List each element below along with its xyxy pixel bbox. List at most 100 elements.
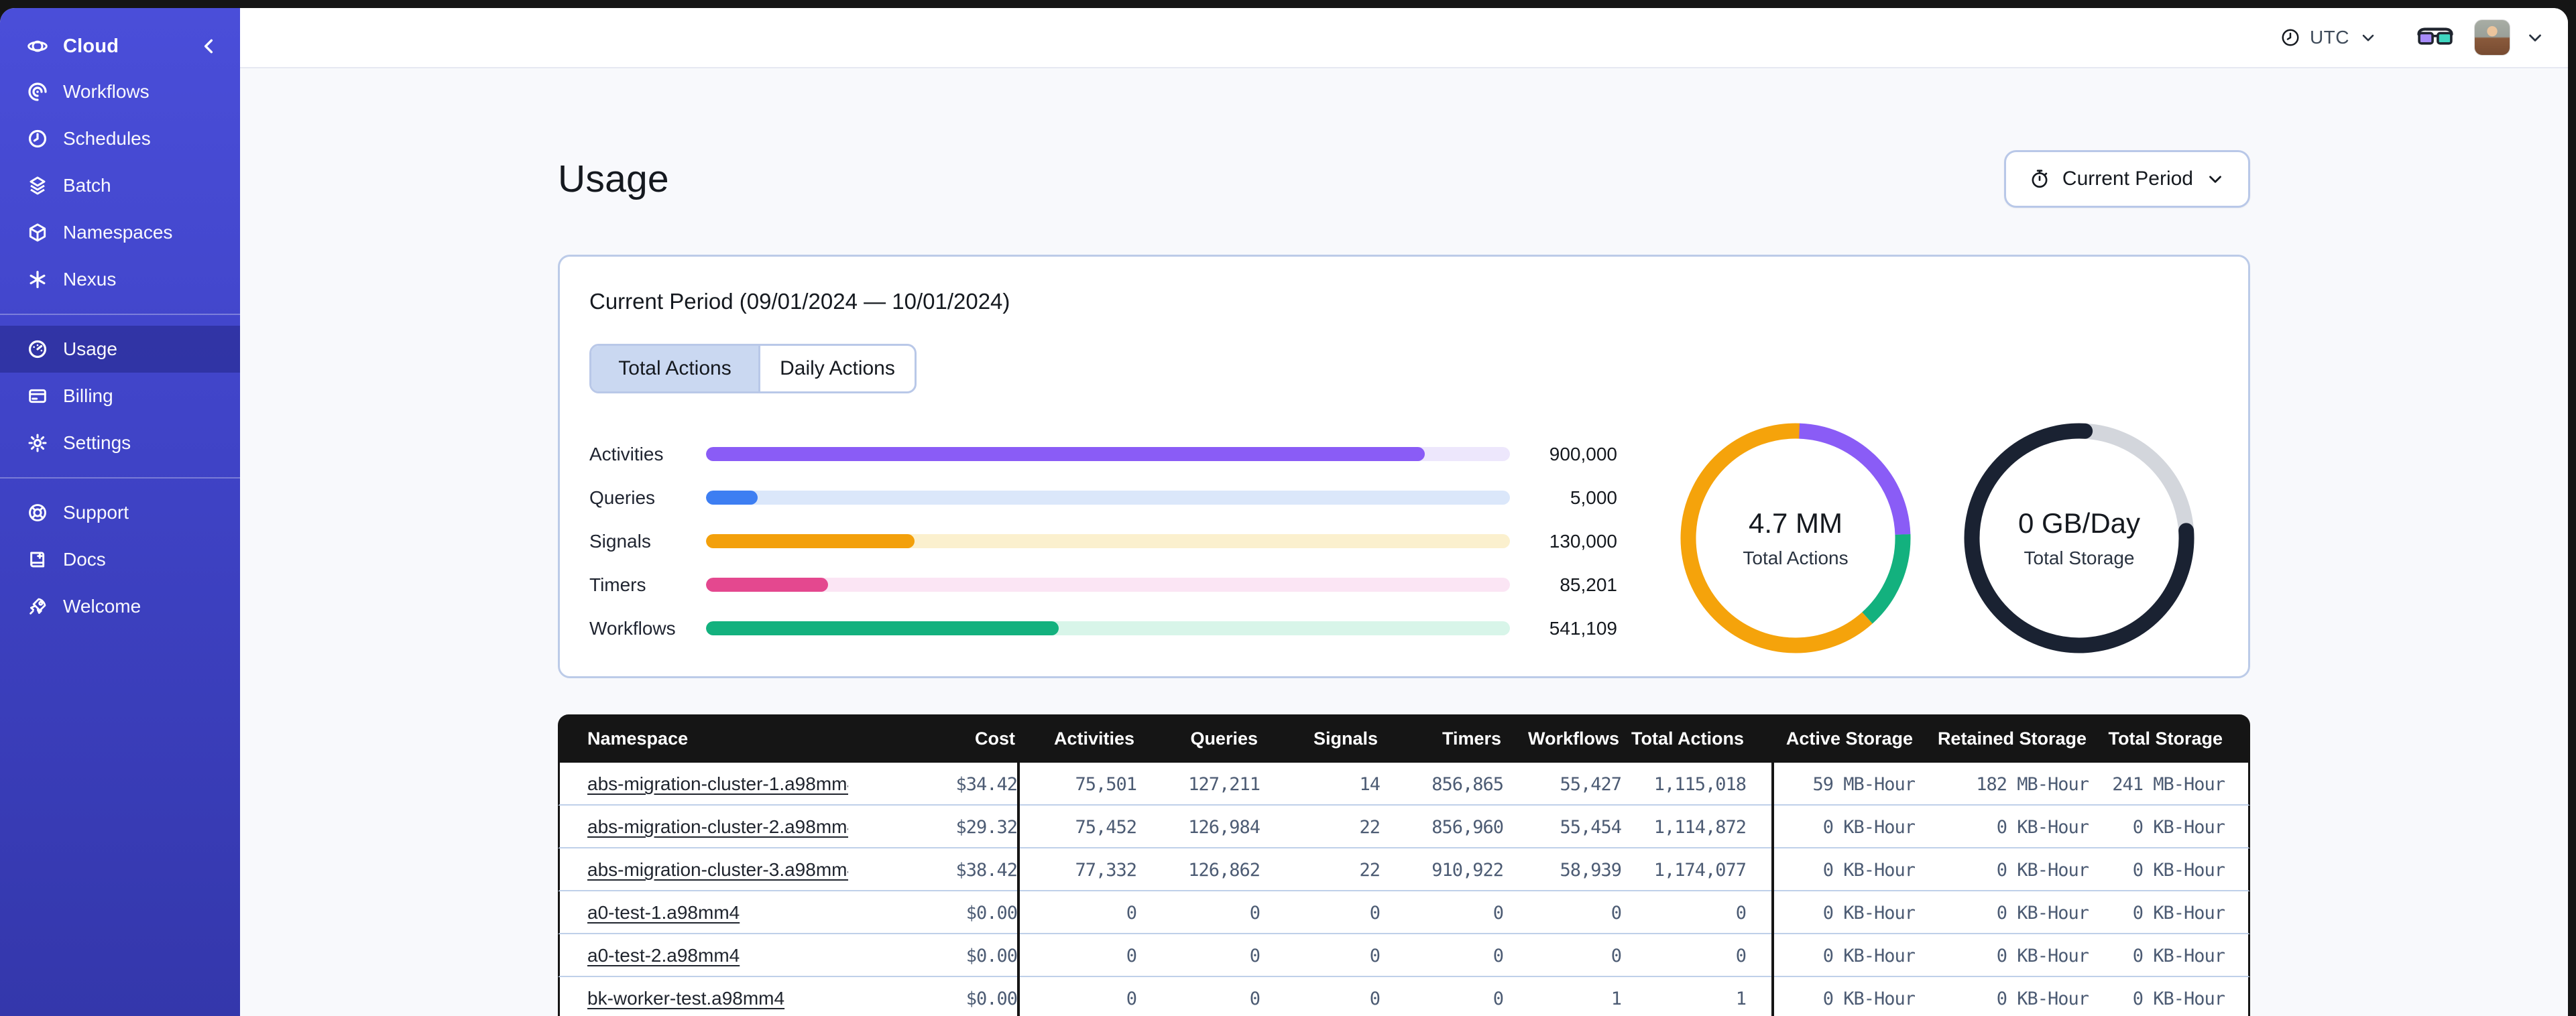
timers-cell: 0 (1492, 902, 1504, 924)
column-header-queries: Queries (1190, 728, 1258, 749)
sidebar-item-batch[interactable]: Batch (0, 162, 240, 209)
sidebar-item-billing[interactable]: Billing (0, 373, 240, 420)
bar-fill (706, 447, 1425, 461)
collapse-sidebar-icon[interactable] (198, 36, 220, 57)
stopwatch-icon (2032, 170, 2048, 188)
sidebar-item-settings[interactable]: Settings (0, 420, 240, 466)
cost-cell: $0.00 (965, 945, 1018, 966)
sidebar-item-usage[interactable]: Usage (0, 326, 240, 373)
page-header: Usage Current Period (558, 68, 2250, 208)
active-storage-cell: 0 KB-Hour (1822, 988, 1916, 1009)
sidebar-item-namespaces[interactable]: Namespaces (0, 209, 240, 256)
timers-cell: 856,865 (1431, 773, 1504, 795)
bar-fill (706, 534, 915, 548)
column-header-timers: Timers (1442, 728, 1501, 749)
workflows-cell: 1 (1611, 988, 1622, 1009)
usage-icon (27, 338, 48, 360)
donut-center: 4.7 MM Total Actions (1672, 415, 1919, 661)
bar-track (706, 447, 1510, 461)
namespace-link[interactable]: abs-migration-cluster-3.a98mm4 (587, 859, 848, 880)
card-title: Current Period (09/01/2024 — 10/01/2024) (589, 289, 1010, 314)
clock-icon (2282, 29, 2299, 46)
sidebar-item-label: Settings (63, 432, 131, 453)
tab-daily-actions[interactable]: Daily Actions (760, 346, 915, 391)
total-storage-cell: 0 KB-Hour (2132, 988, 2225, 1009)
timers-cell: 0 (1492, 988, 1504, 1009)
batch-icon (27, 175, 48, 196)
main-content: Usage Current Period Current Period (09/… (240, 68, 2568, 1016)
support-icon (27, 502, 48, 523)
column-header-namespace: Namespace (587, 728, 689, 749)
queries-cell: 126,984 (1188, 816, 1261, 838)
namespace-link[interactable]: a0-test-2.a98mm4 (587, 945, 740, 966)
workflows-icon (27, 81, 48, 103)
sidebar: Cloud Workflows Schedules Batch Namespac… (0, 8, 240, 1016)
activities-cell: 75,452 (1075, 816, 1137, 838)
sidebar-item-label: Billing (63, 385, 113, 406)
total-storage-cell: 0 KB-Hour (2132, 902, 2225, 924)
active-storage-cell: 0 KB-Hour (1822, 859, 1916, 881)
period-selector-button[interactable]: Current Period (2003, 150, 2250, 208)
sidebar-item-label: Support (63, 502, 129, 523)
activities-cell: 0 (1126, 902, 1137, 924)
namespaces-icon (27, 222, 48, 243)
total-actions-cell: 0 (1735, 945, 1747, 966)
cost-cell: $0.00 (965, 988, 1018, 1009)
glasses-toggle[interactable] (2416, 25, 2454, 50)
total-storage-cell: 241 MB-Hour (2112, 773, 2225, 795)
welcome-rocket-icon (27, 596, 48, 617)
queries-cell: 0 (1249, 945, 1261, 966)
sidebar-item-welcome[interactable]: Welcome (0, 583, 240, 630)
signals-cell: 22 (1359, 816, 1381, 838)
total-actions-cell: 1,174,077 (1653, 859, 1747, 881)
sidebar-item-workflows[interactable]: Workflows (0, 68, 240, 115)
total-actions-donut: 4.7 MM Total Actions (1672, 415, 1919, 661)
sidebar-brand[interactable]: Cloud (0, 24, 240, 68)
activities-cell: 0 (1126, 988, 1137, 1009)
bar-value: 900,000 (1549, 443, 1617, 464)
usage-bar-chart: Activities 900,000 Queries 5,000 Signals… (589, 432, 1619, 650)
sidebar-item-label: Docs (63, 549, 106, 570)
total-actions-cell: 1,114,872 (1653, 816, 1747, 838)
bar-row-timers: Timers 85,201 (589, 563, 1619, 607)
bar-track (706, 534, 1510, 548)
schedules-icon (27, 128, 48, 149)
workflows-cell: 58,939 (1560, 859, 1622, 881)
activities-cell: 75,501 (1075, 773, 1137, 795)
bar-label: Activities (589, 443, 664, 464)
sidebar-item-nexus[interactable]: Nexus (0, 256, 240, 303)
timezone-selector[interactable]: UTC (2280, 27, 2378, 48)
account-menu[interactable] (2525, 27, 2545, 48)
sidebar-item-label: Schedules (63, 128, 151, 149)
sidebar-item-docs[interactable]: Docs (0, 536, 240, 583)
donut-label: Total Actions (1743, 548, 1849, 568)
avatar[interactable] (2474, 19, 2510, 56)
namespace-link[interactable]: a0-test-1.a98mm4 (587, 902, 740, 923)
total-actions-cell: 1,115,018 (1653, 773, 1747, 795)
queries-cell: 0 (1249, 988, 1261, 1009)
app-window: Cloud Workflows Schedules Batch Namespac… (0, 8, 2568, 1016)
sidebar-item-support[interactable]: Support (0, 489, 240, 536)
column-header-active-storage: Active Storage (1785, 728, 1913, 749)
table-header-row: Namespace Cost Activities Queries Signal… (558, 714, 2250, 763)
total-storage-cell: 0 KB-Hour (2132, 859, 2225, 881)
tab-total-actions[interactable]: Total Actions (591, 346, 760, 391)
brand-label: Cloud (63, 35, 119, 57)
signals-cell: 22 (1359, 859, 1381, 881)
donut-value: 0 GB/Day (2017, 507, 2141, 539)
column-header-cost: Cost (975, 728, 1015, 749)
timers-cell: 856,960 (1431, 816, 1504, 838)
active-storage-cell: 0 KB-Hour (1822, 902, 1916, 924)
sidebar-item-schedules[interactable]: Schedules (0, 115, 240, 162)
sidebar-item-label: Namespaces (63, 222, 173, 243)
total-storage-donut: 0 GB/Day Total Storage (1956, 415, 2203, 661)
namespace-link[interactable]: abs-migration-cluster-1.a98mm4 (587, 773, 848, 794)
sidebar-item-label: Batch (63, 175, 111, 196)
table-row: abs-migration-cluster-3.a98mm4 $38.42 77… (558, 848, 2250, 891)
namespace-link[interactable]: bk-worker-test.a98mm4 (587, 988, 784, 1009)
namespace-link[interactable]: abs-migration-cluster-2.a98mm4 (587, 816, 848, 837)
bar-row-workflows: Workflows 541,109 (589, 607, 1619, 650)
active-storage-cell: 0 KB-Hour (1822, 945, 1916, 966)
column-header-activities: Activities (1053, 728, 1134, 749)
namespace-usage-table: Namespace Cost Activities Queries Signal… (558, 714, 2250, 1016)
